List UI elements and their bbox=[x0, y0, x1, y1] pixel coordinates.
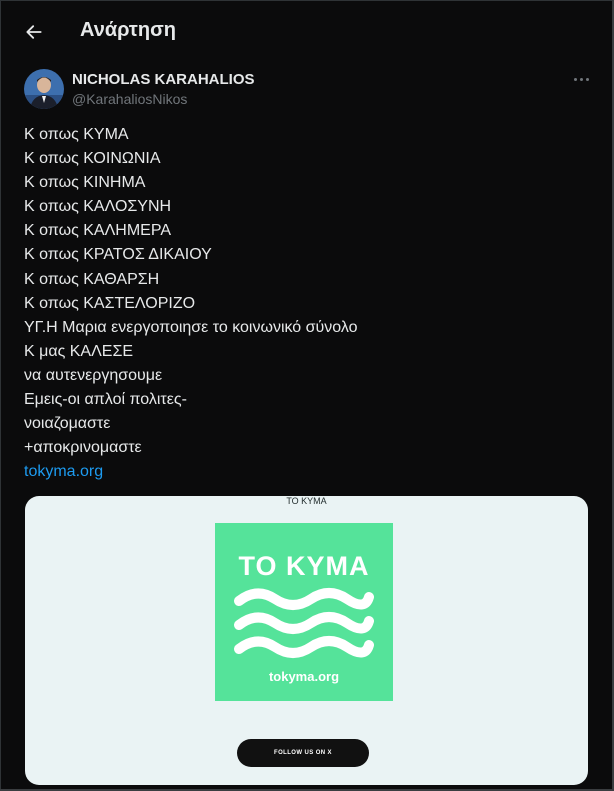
author-name[interactable]: NICHOLAS KARAHALIOS bbox=[72, 71, 255, 88]
more-options-button[interactable] bbox=[569, 69, 593, 89]
post-text: Κ οπως ΚΥΜΑ Κ οπως ΚΟΙΝΩΝΙΑ Κ οπως ΚΙΝΗΜ… bbox=[24, 123, 584, 484]
post-detail-panel: Ανάρτηση NICHOLAS KARAHALIOS @Karahalios… bbox=[0, 0, 614, 791]
logo-url: tokyma.org bbox=[268, 669, 340, 684]
follow-us-button[interactable]: FOLLOW US ON X bbox=[237, 739, 369, 767]
card-title: ΤΟ ΚΥΜΑ bbox=[286, 496, 327, 506]
post-line: Κ οπως ΚΡΑΤΟΣ ΔΙΚΑΙΟΥ bbox=[24, 246, 212, 264]
post-line: Κ οπως ΚΑΘΑΡΣΗ bbox=[24, 270, 160, 288]
header: Ανάρτηση bbox=[1, 1, 613, 61]
post-line: Κ οπως ΚΟΙΝΩΝΙΑ bbox=[24, 150, 161, 168]
post-line: Εμεις-οι απλοί πολιτες- bbox=[24, 391, 187, 409]
more-horizontal-icon bbox=[573, 77, 577, 81]
post-line: νοιαζομαστε bbox=[24, 415, 111, 433]
post-line: +αποκρινομαστε bbox=[24, 439, 142, 457]
post-line: Κ οπως ΚΥΜΑ bbox=[24, 126, 129, 143]
arrow-left-icon bbox=[26, 25, 42, 39]
post-line: Κ οπως ΚΑΣΤΕΛΟΡΙΖΟ bbox=[24, 294, 196, 312]
tokyma-logo: ΤΟ ΚΥΜΑ tokyma.org bbox=[215, 523, 393, 701]
author-handle[interactable]: @KarahaliosNikos bbox=[72, 91, 187, 107]
back-button[interactable] bbox=[19, 17, 49, 47]
avatar[interactable] bbox=[24, 69, 64, 109]
post-link[interactable]: tokyma.org bbox=[24, 463, 103, 480]
logo-title: ΤΟ ΚΥΜΑ bbox=[238, 551, 370, 581]
post-line: Κ οπως ΚΑΛΗΜΕΡΑ bbox=[24, 222, 171, 240]
post-line: Κ μας ΚΑΛΕΣΕ bbox=[24, 342, 134, 360]
link-preview-card[interactable]: ΤΟ ΚΥΜΑ ΤΟ ΚΥΜΑ tokyma.org FOLLOW US ON … bbox=[25, 496, 588, 785]
post-line: Κ οπως ΚΑΛΟΣΥΝΗ bbox=[24, 198, 172, 216]
post-line: Κ οπως ΚΙΝΗΜΑ bbox=[24, 174, 146, 192]
post-line: να αυτενεργησουμε bbox=[24, 366, 163, 384]
post-line: ΥΓ.Η Μαρια ενεργοποιησε το κοινωνικό σύν… bbox=[24, 318, 358, 336]
page-title: Ανάρτηση bbox=[80, 19, 176, 41]
waves-icon bbox=[234, 588, 374, 658]
